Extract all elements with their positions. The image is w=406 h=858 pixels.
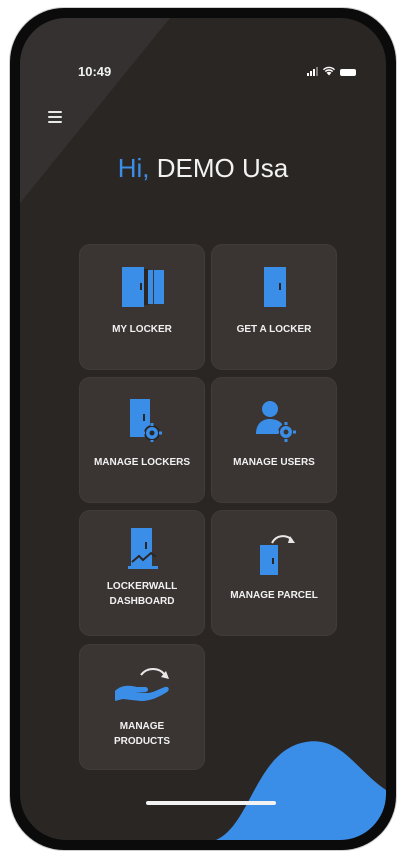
greeting-name: DEMO Usa bbox=[156, 153, 289, 183]
locker-door-icon bbox=[264, 267, 286, 307]
locker-gear-icon bbox=[130, 399, 162, 442]
decorative-wave bbox=[216, 741, 386, 840]
greeting-prefix: Hi, bbox=[117, 153, 150, 183]
get-a-locker-button[interactable]: GET A LOCKER bbox=[212, 245, 336, 369]
manage-parcel-button[interactable]: MANAGE PARCEL bbox=[212, 511, 336, 635]
locker-arrow-icon bbox=[260, 535, 295, 575]
phone-frame: 10:49 Hi, DEMO Usa MY LOCKER GET A LOCKE… bbox=[10, 8, 396, 850]
tile-label-line: MANAGE PRODUCTS bbox=[113, 721, 171, 747]
battery-icon bbox=[340, 69, 356, 76]
lockers-icon bbox=[122, 267, 164, 307]
tile-label: LOCKERWALL DASHBOARD bbox=[84, 579, 200, 609]
manage-users-button[interactable]: MANAGE USERS bbox=[212, 378, 336, 502]
tile-label: MANAGE USERS bbox=[233, 457, 315, 468]
tile-label: GET A LOCKER bbox=[236, 324, 312, 335]
tile-label: MANAGE PARCEL bbox=[230, 590, 318, 601]
tile-label: MANAGE LOCKERS bbox=[93, 457, 191, 468]
lockerwall-dashboard-button[interactable]: LOCKERWALL DASHBOARD bbox=[80, 511, 204, 635]
tile-label: MY LOCKER bbox=[112, 324, 172, 335]
tile-label: MANAGE PRODUCTS bbox=[84, 719, 200, 749]
locker-dashboard-icon bbox=[128, 528, 158, 569]
hand-arrow-icon bbox=[115, 668, 169, 701]
app-screen: 10:49 Hi, DEMO Usa MY LOCKER GET A LOCKE… bbox=[20, 18, 386, 840]
tile-label-line: LOCKERWALL DASHBOARD bbox=[106, 581, 178, 607]
user-gear-icon bbox=[256, 401, 296, 442]
manage-products-button[interactable]: MANAGE PRODUCTS bbox=[80, 645, 204, 769]
menu-icon[interactable] bbox=[48, 111, 62, 126]
signal-icon bbox=[307, 67, 318, 76]
home-indicator[interactable] bbox=[146, 801, 276, 805]
my-locker-button[interactable]: MY LOCKER bbox=[80, 245, 204, 369]
greeting: Hi, DEMO Usa bbox=[20, 153, 386, 184]
wifi-icon bbox=[323, 66, 335, 76]
status-icons bbox=[307, 66, 356, 76]
status-time: 10:49 bbox=[78, 64, 112, 79]
manage-lockers-button[interactable]: MANAGE LOCKERS bbox=[80, 378, 204, 502]
